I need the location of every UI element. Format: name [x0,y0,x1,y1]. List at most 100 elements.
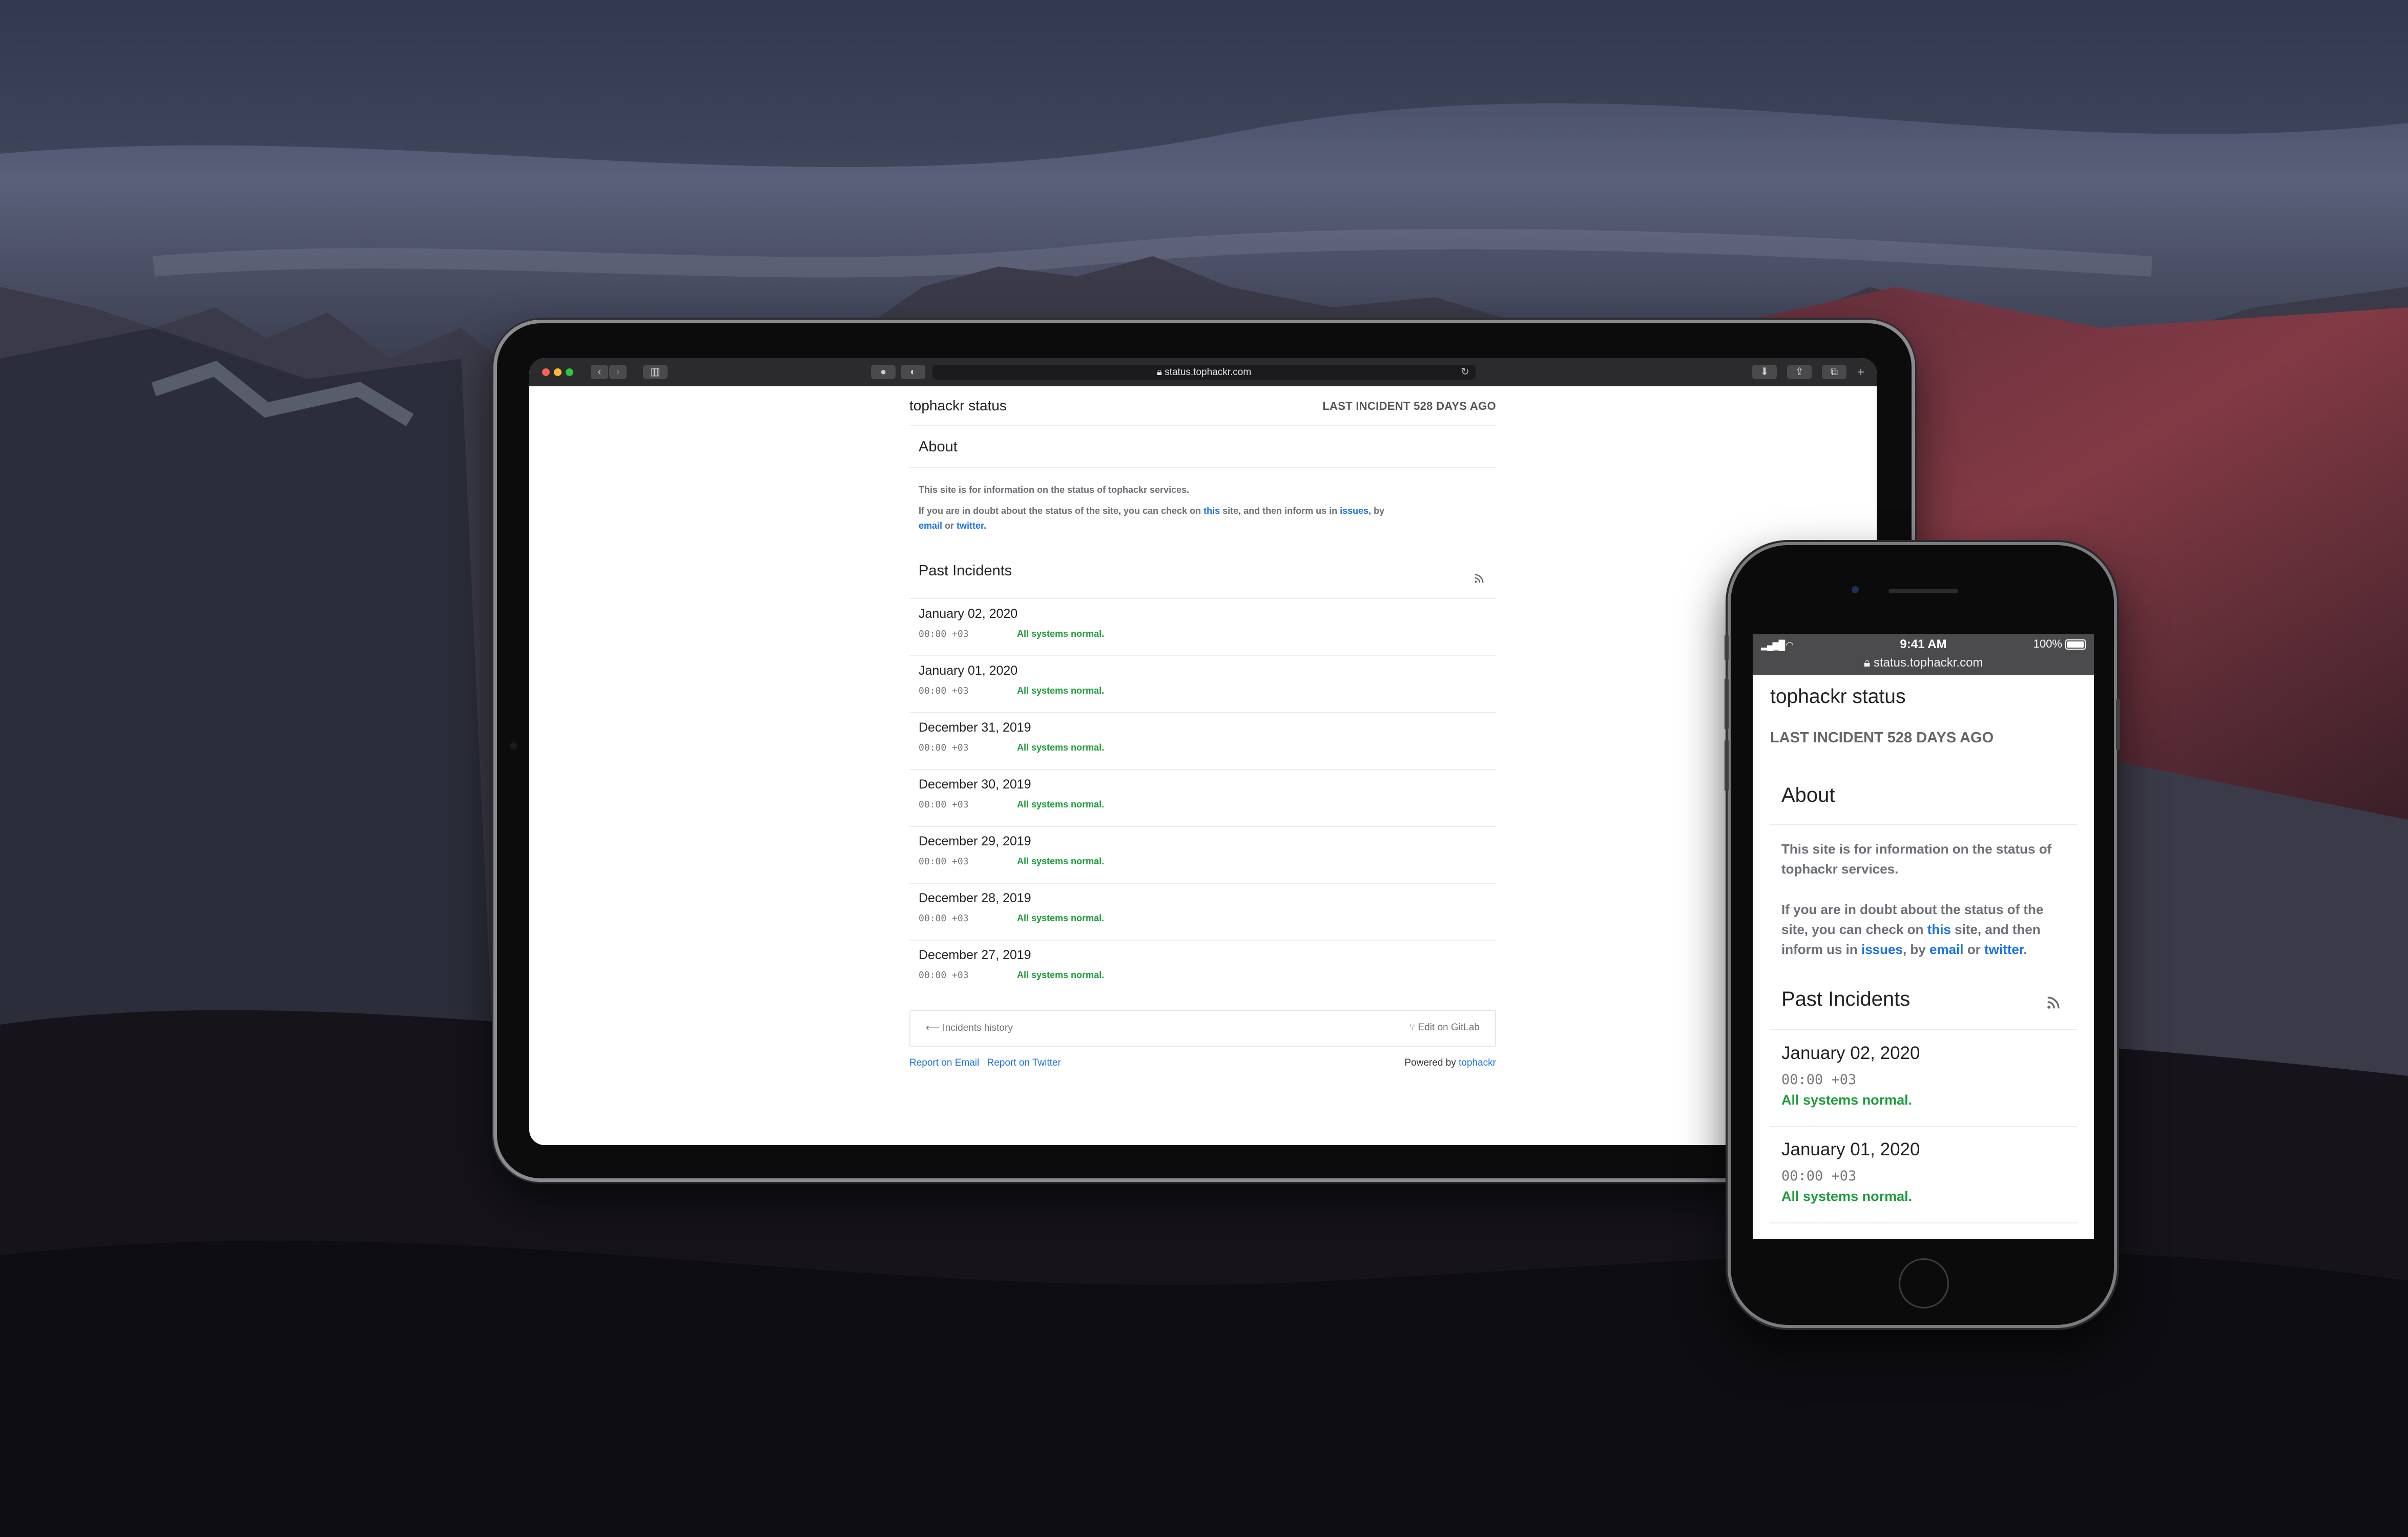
close-window-button[interactable] [542,368,550,376]
divider [909,425,1496,426]
back-icon[interactable]: ‹ [591,365,608,379]
divider [1770,1222,2077,1223]
about-heading: About [919,439,958,455]
download-icon[interactable]: ⬇ [1752,365,1777,379]
incident-status: All systems normal. [1017,799,1105,809]
incident-time: 00:00 +03 [919,629,969,639]
twitter-link[interactable]: twitter [957,521,984,531]
about-heading: About [1781,784,1835,806]
incident-time: 00:00 +03 [919,686,969,696]
powered-by-link[interactable]: tophackr [1459,1057,1496,1068]
last-incident-badge: LAST INCIDENT 528 DAYS AGO [1322,400,1496,412]
divider [909,655,1496,656]
minimize-window-button[interactable] [554,368,562,376]
volume-down-button [1725,740,1729,791]
battery-icon [2065,639,2086,650]
volume-up-button [1725,678,1729,730]
divider [909,769,1496,770]
incident-date: December 28, 2019 [919,891,1031,905]
incident-status: All systems normal. [1017,686,1105,696]
divider [909,826,1496,827]
incident-status: All systems normal. [1017,629,1105,639]
incident-date: January 01, 2020 [1781,1139,1920,1159]
about-text-1: This site is for information on the stat… [919,485,1190,495]
forward-icon[interactable]: › [609,365,627,379]
mobile-address-bar[interactable]: 🔒︎ status.tophackr.com [1753,656,2094,670]
divider [909,940,1496,941]
divider [909,467,1496,468]
report-email-link[interactable]: Report on Email [909,1057,979,1068]
incident-date: January 02, 2020 [1781,1043,1920,1063]
report-twitter-link[interactable]: Report on Twitter [987,1057,1061,1068]
email-link[interactable]: email [919,521,942,531]
privacy-icon[interactable]: ◐ [901,365,925,379]
site-title[interactable]: tophackr status [1770,686,1905,708]
incident-date: January 01, 2020 [919,663,1018,678]
share-icon[interactable]: ⇪ [1787,365,1812,379]
sidebar-icon[interactable]: ▥ [643,365,668,379]
incident-date: December 31, 2019 [919,720,1031,735]
powered-by: Powered by tophackr [1404,1057,1497,1068]
ipad-screen: ‹ › ▥ ● ◐ 🔒︎ status.tophackr.com ↻ ⬇ ⇪ ⧉… [529,358,1877,1145]
lock-icon: 🔒︎ [1863,656,1874,670]
incident-time: 00:00 +03 [919,913,969,924]
incident-date: December 29, 2019 [919,834,1031,848]
issues-link[interactable]: issues [1340,506,1368,516]
ios-status-bar: ▂▄▆█ ◠ 9:41 AM 100% 🔒︎ status.tophackr.c… [1753,634,2094,675]
edit-on-gitlab-link[interactable]: ⑂ Edit on GitLab [1409,1022,1480,1033]
incident-time: 00:00 +03 [919,970,969,981]
divider [1770,1126,2077,1127]
about-text-2: If you are in doubt about the status of … [1781,902,2044,957]
incident-status: All systems normal. [1017,913,1105,923]
incident-time: 00:00 +03 [919,799,969,810]
site-title[interactable]: tophackr status [909,398,1007,414]
last-incident-badge: LAST INCIDENT 528 DAYS AGO [1770,730,1994,746]
this-link[interactable]: this [1203,506,1220,516]
issues-link[interactable]: issues [1861,942,1903,957]
extension-icon[interactable]: ● [871,365,896,379]
reload-icon[interactable]: ↻ [1461,365,1469,380]
incident-status: All systems normal. [1781,1092,1913,1108]
incident-status: All systems normal. [1781,1189,1913,1204]
incident-status: All systems normal. [1017,856,1105,866]
past-incidents-heading: Past Incidents [1781,988,1911,1010]
divider [1770,824,2077,825]
incident-time: 00:00 +03 [1781,1168,1857,1184]
about-text-1: This site is for information on the stat… [1781,841,2052,877]
iphone-camera [1852,586,1859,593]
power-button [2116,699,2120,750]
address-bar-url: status.tophackr.com [1165,367,1252,378]
email-link[interactable]: email [1929,942,1964,957]
battery-indicator: 100% [2033,637,2086,651]
ipad-camera [510,742,517,750]
about-text-2: If you are in doubt about the status of … [919,506,1385,531]
incident-date: December 27, 2019 [919,948,1031,962]
iphone-device: ▂▄▆█ ◠ 9:41 AM 100% 🔒︎ status.tophackr.c… [1725,542,2120,1328]
arrow-left-icon: ⟵ [926,1023,943,1033]
incident-status: All systems normal. [1017,742,1105,753]
divider [909,598,1496,599]
incident-time: 00:00 +03 [1781,1072,1857,1088]
address-bar[interactable]: 🔒︎ status.tophackr.com ↻ [932,365,1476,380]
this-link[interactable]: this [1927,922,1951,937]
new-tab-icon[interactable]: + [1857,365,1864,380]
tabs-icon[interactable]: ⧉ [1822,365,1846,379]
incident-time: 00:00 +03 [919,856,969,867]
incidents-pager: ⟵ Incidents history ⑂ Edit on GitLab [909,1010,1496,1047]
incident-date: December 30, 2019 [919,777,1031,792]
divider [909,712,1496,713]
footer-links: Report on Email Report on Twitter [909,1057,1061,1069]
past-incidents-heading: Past Incidents [919,563,1012,579]
zoom-window-button[interactable] [566,368,573,376]
status-page: tophackr status LAST INCIDENT 528 DAYS A… [529,386,1877,1145]
mute-switch [1725,635,1729,660]
incidents-history-link[interactable]: ⟵ Incidents history [926,1022,1013,1034]
lock-icon: 🔒︎ [1156,367,1165,378]
rss-icon[interactable] [2046,995,2061,1010]
home-button[interactable] [1899,1258,1949,1308]
rss-icon[interactable] [1473,573,1485,584]
incident-time: 00:00 +03 [919,742,969,753]
incident-status: All systems normal. [1017,970,1105,980]
git-branch-icon: ⑂ [1409,1022,1418,1033]
twitter-link[interactable]: twitter [1984,942,2024,957]
